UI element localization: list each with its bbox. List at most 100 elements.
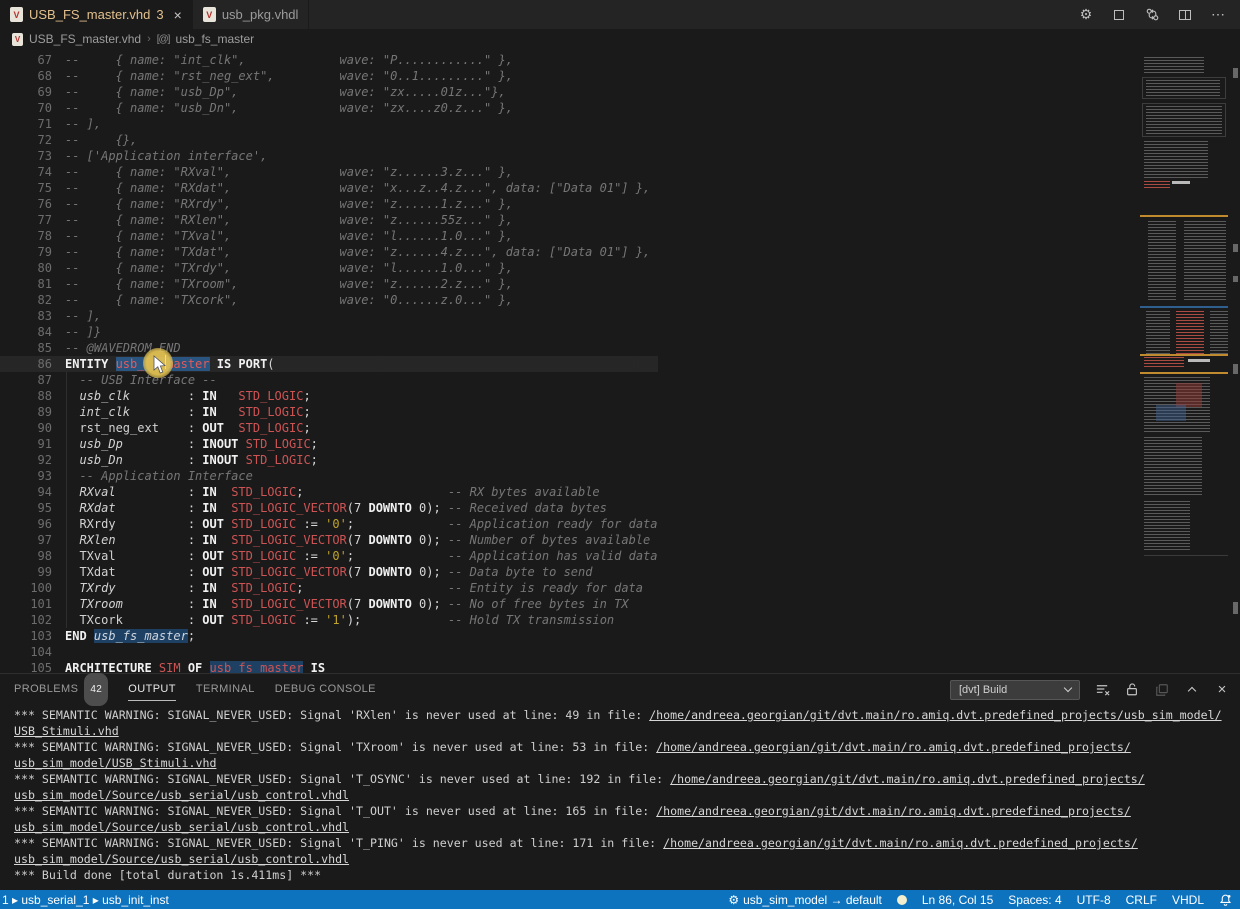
output-text: *** SEMANTIC WARNING: SIGNAL_NEVER_USED:… <box>14 804 656 818</box>
code-editor[interactable]: 67-- { name: "int_clk", wave: "P........… <box>0 49 1240 673</box>
line-number: 100 <box>0 580 52 596</box>
tab-usb-pkg[interactable]: V usb_pkg.vhdl <box>193 0 310 29</box>
code-line-105[interactable]: 105ARCHITECTURE SIM OF usb_fs_master IS <box>0 660 658 673</box>
code-line-94[interactable]: 94 RXval : IN STD_LOGIC; -- RX bytes ava… <box>0 484 658 500</box>
code-line-89[interactable]: 89 int_clk : IN STD_LOGIC; <box>0 404 658 420</box>
code-line-80[interactable]: 80-- { name: "TXrdy", wave: "l......1.0.… <box>0 260 658 276</box>
file-path-link[interactable]: /home/andreea.georgian/git/dvt.main/ro.a… <box>663 836 1138 850</box>
encoding[interactable]: UTF-8 <box>1077 893 1111 907</box>
line-number: 70 <box>0 100 52 116</box>
minimap[interactable] <box>1140 53 1232 653</box>
maximize-panel-icon[interactable] <box>1184 682 1200 698</box>
code-line-85[interactable]: 85-- @WAVEDROM_END <box>0 340 658 356</box>
output-log[interactable]: *** SEMANTIC WARNING: SIGNAL_NEVER_USED:… <box>14 707 1240 883</box>
code-line-82[interactable]: 82-- { name: "TXcork", wave: "0......z.0… <box>0 292 658 308</box>
file-path-link[interactable]: usb_sim_model/Source/usb_serial/usb_cont… <box>14 852 349 866</box>
split-editor-icon[interactable] <box>1177 7 1193 23</box>
indentation[interactable]: Spaces: 4 <box>1008 893 1061 907</box>
output-channel-select[interactable]: [dvt] Build <box>950 680 1080 700</box>
tab-bar-spacer <box>309 0 1078 29</box>
tab-debug-console[interactable]: DEBUG CONSOLE <box>275 674 376 705</box>
output-row: *** SEMANTIC WARNING: SIGNAL_NEVER_USED:… <box>14 739 1240 755</box>
code-line-78[interactable]: 78-- { name: "TXval", wave: "l......1.0.… <box>0 228 658 244</box>
tab-output[interactable]: OUTPUT <box>128 674 176 705</box>
code-line-103[interactable]: 103END usb_fs_master; <box>0 628 658 644</box>
tab-usb-fs-master[interactable]: V USB_FS_master.vhd 3 × <box>0 0 193 29</box>
file-path-link[interactable]: usb_sim_model/Source/usb_serial/usb_cont… <box>14 788 349 802</box>
code-line-92[interactable]: 92 usb_Dn : INOUT STD_LOGIC; <box>0 452 658 468</box>
code-line-101[interactable]: 101 TXroom : IN STD_LOGIC_VECTOR(7 DOWNT… <box>0 596 658 612</box>
breadcrumb-file[interactable]: USB_FS_master.vhd <box>29 32 141 46</box>
open-output-in-editor-icon[interactable] <box>1154 682 1170 698</box>
code-line-97[interactable]: 97 RXlen : IN STD_LOGIC_VECTOR(7 DOWNTO … <box>0 532 658 548</box>
code-line-74[interactable]: 74-- { name: "RXval", wave: "z......3.z.… <box>0 164 658 180</box>
line-number: 101 <box>0 596 52 612</box>
file-path-link[interactable]: /home/andreea.georgian/git/dvt.main/ro.a… <box>670 772 1145 786</box>
close-panel-icon[interactable]: × <box>1214 682 1230 698</box>
code-line-71[interactable]: 71-- ], <box>0 116 658 132</box>
square-icon[interactable] <box>1111 7 1127 23</box>
line-number: 84 <box>0 324 52 340</box>
code-line-79[interactable]: 79-- { name: "TXdat", wave: "z......4.z.… <box>0 244 658 260</box>
code-line-86[interactable]: 86ENTITY usb_fs_master IS PORT( <box>0 356 658 372</box>
notifications-bell-icon[interactable] <box>1219 893 1232 907</box>
code-line-73[interactable]: 73-- ['Application interface', <box>0 148 658 164</box>
more-actions-icon[interactable]: ⋯ <box>1210 7 1226 23</box>
code-line-102[interactable]: 102 TXcork : OUT STD_LOGIC := '1'); -- H… <box>0 612 658 628</box>
output-text: *** Build done [total duration 1s.411ms]… <box>14 868 321 882</box>
file-path-link[interactable]: /home/andreea.georgian/git/dvt.main/ro.a… <box>656 804 1131 818</box>
tab-problems[interactable]: PROBLEMS 42 <box>14 674 108 705</box>
file-path-link[interactable]: USB_Stimuli.vhd <box>14 724 119 738</box>
status-dot-icon[interactable] <box>897 895 907 905</box>
line-number: 105 <box>0 660 52 673</box>
design-hierarchy-path[interactable]: 1 ▸ usb_serial_1 ▸ usb_init_inst <box>2 893 169 907</box>
code-line-68[interactable]: 68-- { name: "rst_neg_ext", wave: "0..1.… <box>0 68 658 84</box>
code-line-72[interactable]: 72-- {}, <box>0 132 658 148</box>
line-number: 67 <box>0 52 52 68</box>
settings-gear-icon[interactable]: ⚙ <box>1078 7 1094 23</box>
code-line-100[interactable]: 100 TXrdy : IN STD_LOGIC; -- Entity is r… <box>0 580 658 596</box>
code-line-104[interactable]: 104 <box>0 644 658 660</box>
code-line-69[interactable]: 69-- { name: "usb_Dp", wave: "zx.....01z… <box>0 84 658 100</box>
code-line-76[interactable]: 76-- { name: "RXrdy", wave: "z......1.z.… <box>0 196 658 212</box>
tab-terminal[interactable]: TERMINAL <box>196 674 255 705</box>
eol-sequence[interactable]: CRLF <box>1126 893 1157 907</box>
code-line-84[interactable]: 84-- ]} <box>0 324 658 340</box>
code-line-95[interactable]: 95 RXdat : IN STD_LOGIC_VECTOR(7 DOWNTO … <box>0 500 658 516</box>
code-line-93[interactable]: 93 -- Application Interface <box>0 468 658 484</box>
line-number: 78 <box>0 228 52 244</box>
tab-label: USB_FS_master.vhd <box>29 7 150 22</box>
file-path-link[interactable]: usb_sim_model/USB_Stimuli.vhd <box>14 756 216 770</box>
code-line-77[interactable]: 77-- { name: "RXlen", wave: "z......55z.… <box>0 212 658 228</box>
cursor-position[interactable]: Ln 86, Col 15 <box>922 893 993 907</box>
code-line-87[interactable]: 87 -- USB Interface -- <box>0 372 658 388</box>
code-line-75[interactable]: 75-- { name: "RXdat", wave: "x...z..4.z.… <box>0 180 658 196</box>
project-config[interactable]: ⚙ usb_sim_model → default <box>728 893 882 907</box>
breadcrumb-symbol[interactable]: usb_fs_master <box>175 32 254 46</box>
language-mode[interactable]: VHDL <box>1172 893 1204 907</box>
line-number: 91 <box>0 436 52 452</box>
code-line-99[interactable]: 99 TXdat : OUT STD_LOGIC_VECTOR(7 DOWNTO… <box>0 564 658 580</box>
code-lines[interactable]: 67-- { name: "int_clk", wave: "P........… <box>0 52 658 673</box>
file-path-link[interactable]: /home/andreea.georgian/git/dvt.main/ro.a… <box>656 740 1131 754</box>
code-line-81[interactable]: 81-- { name: "TXroom", wave: "z......2.z… <box>0 276 658 292</box>
file-path-link[interactable]: usb_sim_model/Source/usb_serial/usb_cont… <box>14 820 349 834</box>
code-line-91[interactable]: 91 usb_Dp : INOUT STD_LOGIC; <box>0 436 658 452</box>
clear-output-icon[interactable] <box>1094 682 1110 698</box>
file-path-link[interactable]: /home/andreea.georgian/git/dvt.main/ro.a… <box>649 708 1221 722</box>
line-number: 97 <box>0 532 52 548</box>
line-number: 89 <box>0 404 52 420</box>
code-line-83[interactable]: 83-- ], <box>0 308 658 324</box>
code-line-67[interactable]: 67-- { name: "int_clk", wave: "P........… <box>0 52 658 68</box>
unlock-icon[interactable] <box>1124 682 1140 698</box>
code-line-90[interactable]: 90 rst_neg_ext : OUT STD_LOGIC; <box>0 420 658 436</box>
symbol-entity-icon: [@] <box>157 34 170 45</box>
open-changes-icon[interactable] <box>1144 7 1160 23</box>
close-tab-icon[interactable]: × <box>174 7 182 23</box>
code-line-98[interactable]: 98 TXval : OUT STD_LOGIC := '0'; -- Appl… <box>0 548 658 564</box>
overview-ruler[interactable] <box>1233 49 1238 673</box>
code-line-70[interactable]: 70-- { name: "usb_Dn", wave: "zx....z0.z… <box>0 100 658 116</box>
code-line-88[interactable]: 88 usb_clk : IN STD_LOGIC; <box>0 388 658 404</box>
line-number: 77 <box>0 212 52 228</box>
code-line-96[interactable]: 96 RXrdy : OUT STD_LOGIC := '0'; -- Appl… <box>0 516 658 532</box>
